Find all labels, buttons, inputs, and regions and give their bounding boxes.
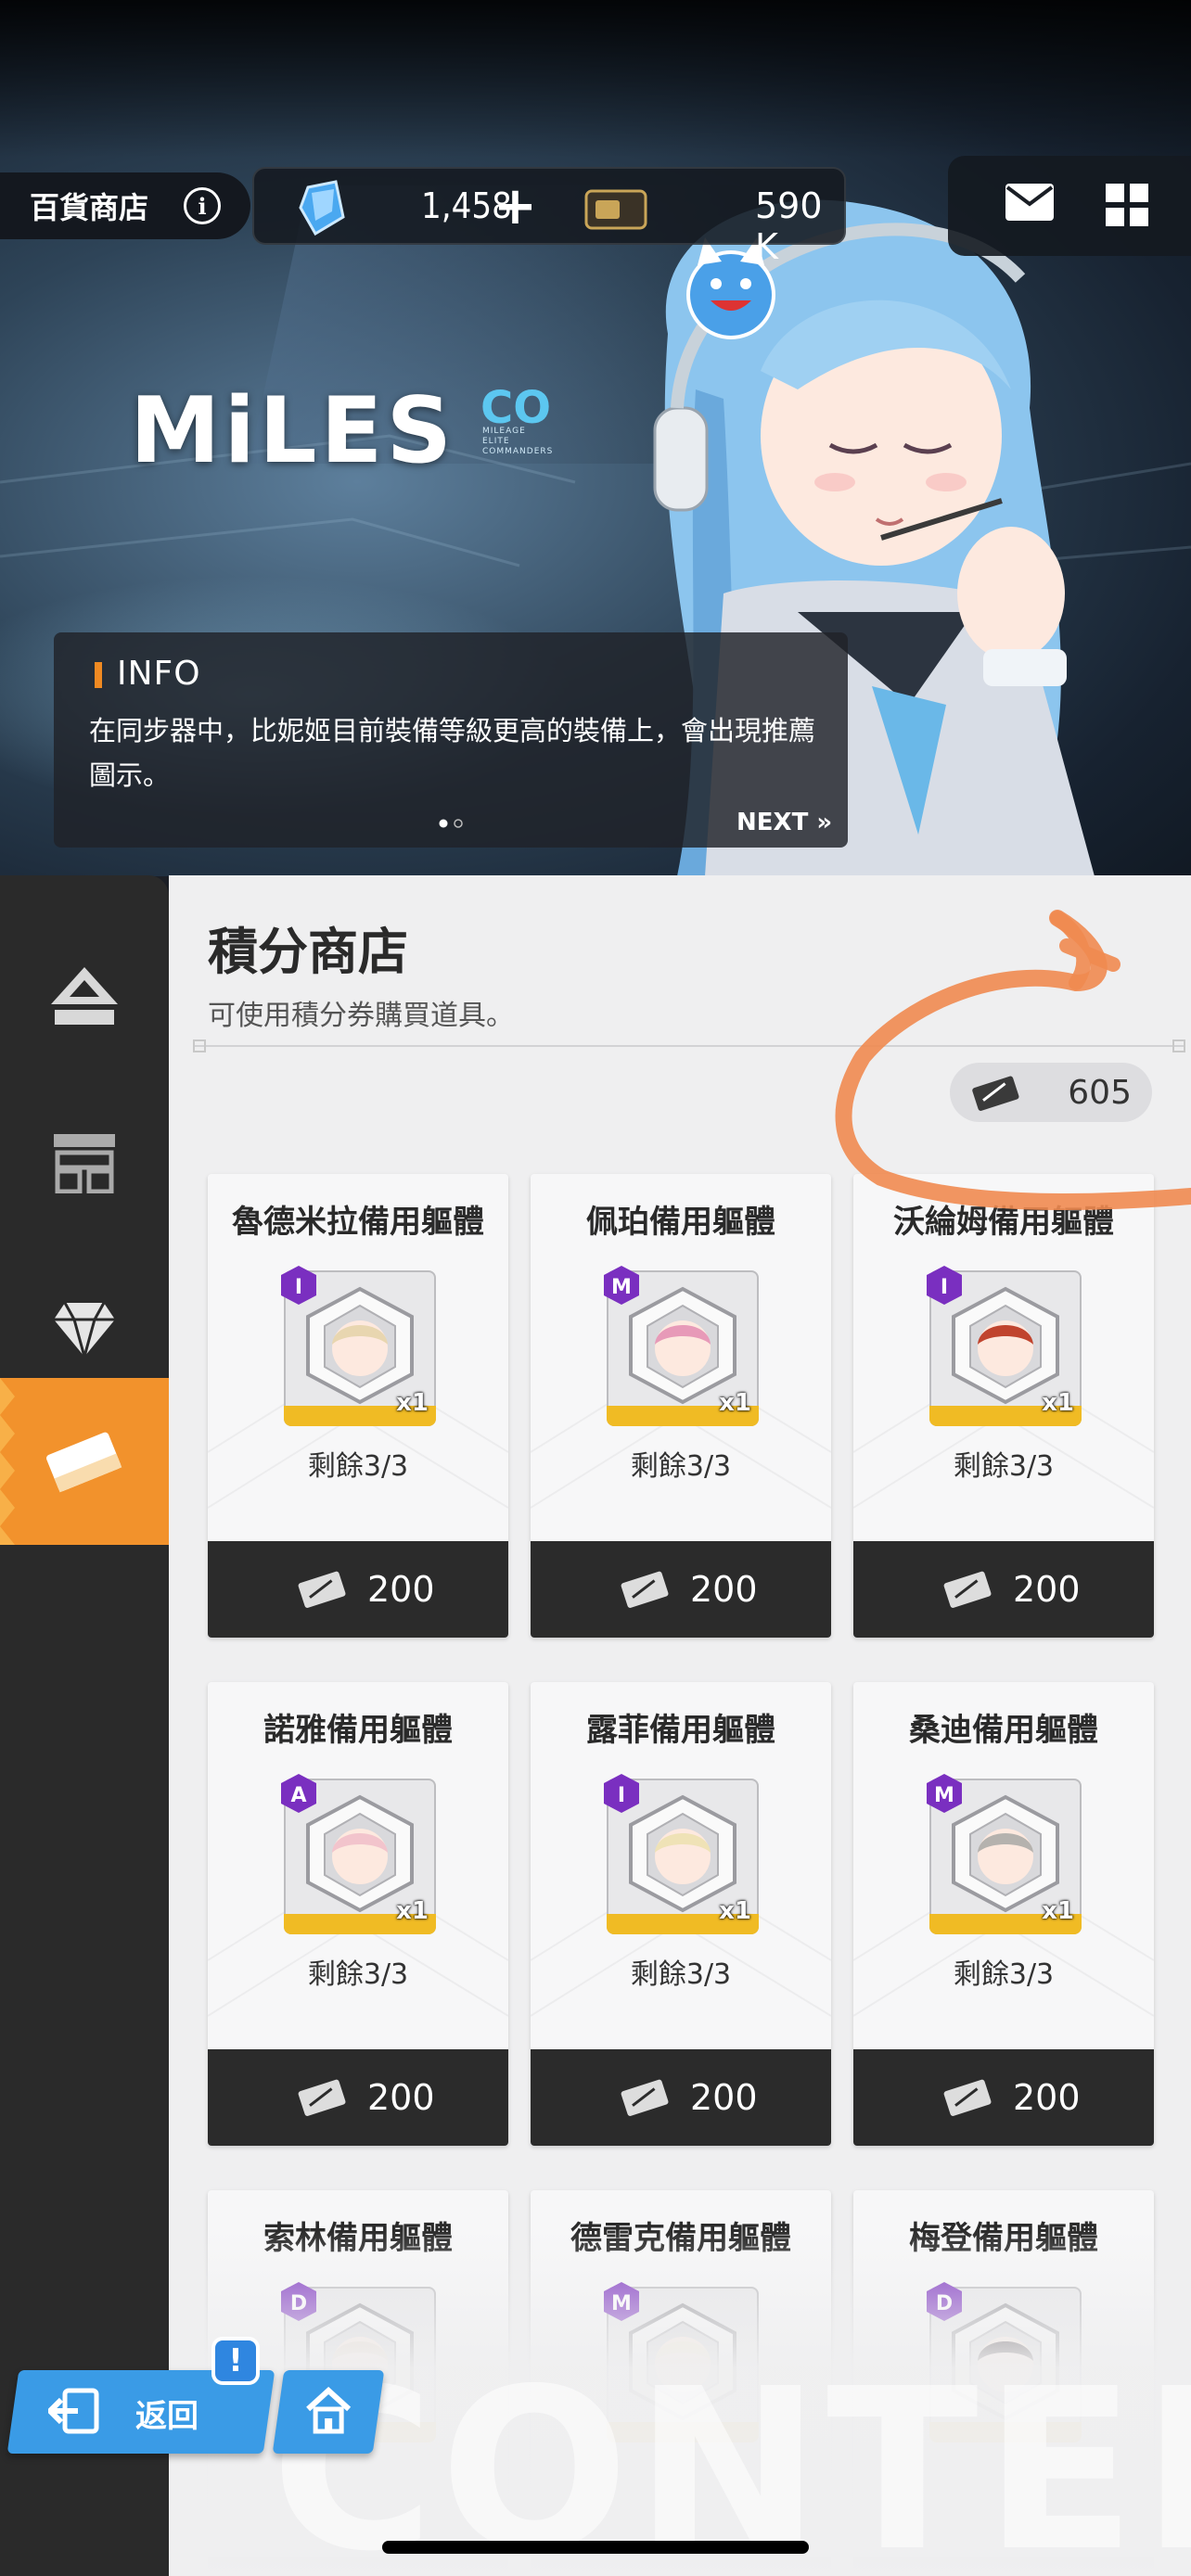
home-button[interactable]: [272, 2370, 385, 2454]
home-icon: [306, 2387, 352, 2434]
notification-badge[interactable]: !: [211, 2337, 260, 2385]
home-indicator: [382, 2541, 809, 2554]
back-label: 返回: [135, 2398, 198, 2435]
annotation-scribble: [835, 910, 1191, 1210]
exit-icon: [48, 2388, 99, 2434]
